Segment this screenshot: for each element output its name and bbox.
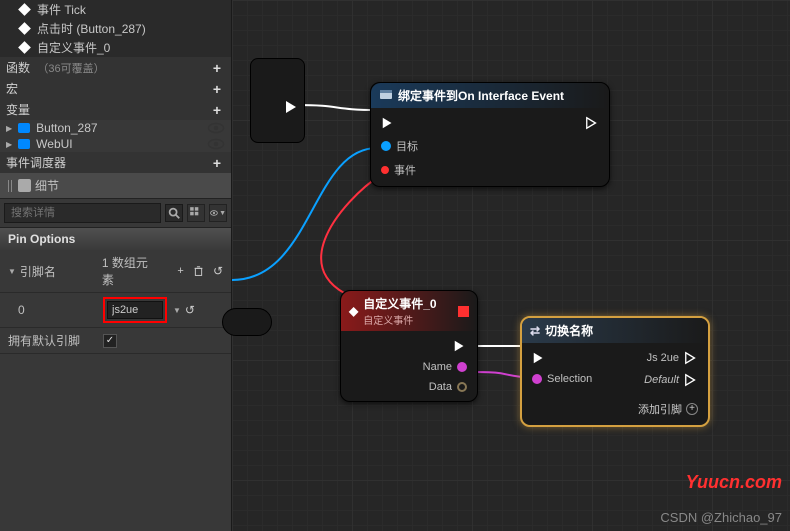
search-icon[interactable] (165, 204, 183, 222)
has-default-row: 拥有默认引脚 ✓ (0, 328, 231, 354)
has-default-checkbox[interactable]: ✓ (103, 334, 117, 348)
bind-event-node[interactable]: 绑定事件到On Interface Event 目标 事件 (370, 82, 610, 187)
visibility-icon[interactable] (207, 137, 225, 151)
search-input[interactable] (4, 203, 161, 223)
add-pin-button[interactable]: 添加引脚 + (638, 395, 698, 417)
expand-icon[interactable]: ▶ (6, 124, 12, 133)
entry-node[interactable] (250, 58, 305, 143)
revert-icon[interactable]: ↺ (185, 303, 195, 317)
name-out-pin[interactable]: Name (423, 361, 467, 373)
var-type-icon (18, 123, 30, 133)
add-function-button[interactable]: + (209, 60, 225, 76)
custom-event-node[interactable]: ◆ 自定义事件_0 自定义事件 Name Data (340, 290, 478, 402)
data-out-pin[interactable]: Data (429, 381, 467, 393)
exec-out-pin[interactable] (585, 116, 599, 130)
tree-item-tick[interactable]: 事件 Tick (0, 0, 231, 19)
matrix-icon[interactable] (187, 204, 205, 222)
reroute-node[interactable] (222, 308, 272, 336)
pin-value-row: 0 ▼ ↺ (0, 293, 231, 328)
wires (232, 0, 790, 531)
var-button287[interactable]: ▶ Button_287 (0, 120, 231, 136)
default-pin[interactable]: Default (644, 373, 698, 387)
tree-item-click[interactable]: 点击时 (Button_287) (0, 19, 231, 38)
watermark-yuucn: Yuucn.com (686, 472, 782, 493)
expand-icon[interactable]: ▼ (8, 267, 16, 276)
event-icon (18, 3, 31, 16)
details-toolbar: ▼ (0, 199, 231, 228)
event-icon (18, 22, 31, 35)
node-header[interactable]: ◆ 自定义事件_0 自定义事件 (341, 291, 477, 331)
details-tab[interactable]: 细节 (0, 173, 231, 199)
revert-icon[interactable]: ↺ (213, 264, 223, 278)
switch-name-node[interactable]: ⇄ 切换名称 Selection Js 2ue Default (520, 316, 710, 427)
blueprint-tree: 事件 Tick 点击时 (Button_287) 自定义事件_0 (0, 0, 231, 57)
details-icon (18, 179, 31, 192)
pin-name-row: ▼ 引脚名 1 数组元素 + ↺ (0, 250, 231, 293)
expand-icon[interactable]: ▶ (6, 140, 12, 149)
graph-canvas[interactable]: 绑定事件到On Interface Event 目标 事件 (232, 0, 790, 531)
eye-dropdown-icon[interactable]: ▼ (209, 204, 227, 222)
highlighted-input-box (103, 297, 167, 323)
variables-header[interactable]: 变量 + (0, 99, 231, 120)
node-header[interactable]: ⇄ 切换名称 (522, 318, 708, 343)
var-type-icon (18, 139, 30, 149)
dropdown-icon[interactable]: ▼ (173, 306, 181, 315)
exec-out-pin[interactable] (284, 99, 300, 118)
macros-header[interactable]: 宏 + (0, 78, 231, 99)
target-pin[interactable]: 目标 (381, 138, 418, 154)
tree-item-custom-event[interactable]: 自定义事件_0 (0, 38, 231, 57)
add-macro-button[interactable]: + (209, 81, 225, 97)
pin-name-input[interactable] (107, 301, 163, 319)
exec-out-pin[interactable] (453, 339, 467, 353)
dispatchers-header[interactable]: 事件调度器 + (0, 152, 231, 173)
event-icon: ◆ (349, 304, 358, 318)
switch-icon: ⇄ (530, 324, 540, 338)
event-icon (18, 41, 31, 54)
selection-pin[interactable]: Selection (532, 373, 592, 385)
pin-options-header[interactable]: Pin Options (0, 228, 231, 250)
watermark-csdn: CSDN @Zhichao_97 (660, 510, 782, 525)
function-icon (379, 87, 393, 104)
exec-in-pin[interactable] (532, 351, 592, 365)
functions-header[interactable]: 函数 （36可覆盖） + (0, 57, 231, 78)
add-variable-button[interactable]: + (209, 102, 225, 118)
exec-in-pin[interactable] (381, 116, 418, 130)
event-pin[interactable]: 事件 (381, 162, 418, 178)
node-header[interactable]: 绑定事件到On Interface Event (371, 83, 609, 108)
clear-button[interactable] (191, 264, 205, 278)
delegate-out-pin[interactable] (458, 306, 469, 317)
add-dispatcher-button[interactable]: + (209, 155, 225, 171)
visibility-icon[interactable] (207, 121, 225, 135)
add-element-button[interactable]: + (174, 264, 188, 278)
grip-icon (8, 180, 14, 192)
case-js2ue-pin[interactable]: Js 2ue (647, 351, 698, 365)
left-panel: 事件 Tick 点击时 (Button_287) 自定义事件_0 函数 （36可… (0, 0, 232, 531)
var-webui[interactable]: ▶ WebUI (0, 136, 231, 152)
